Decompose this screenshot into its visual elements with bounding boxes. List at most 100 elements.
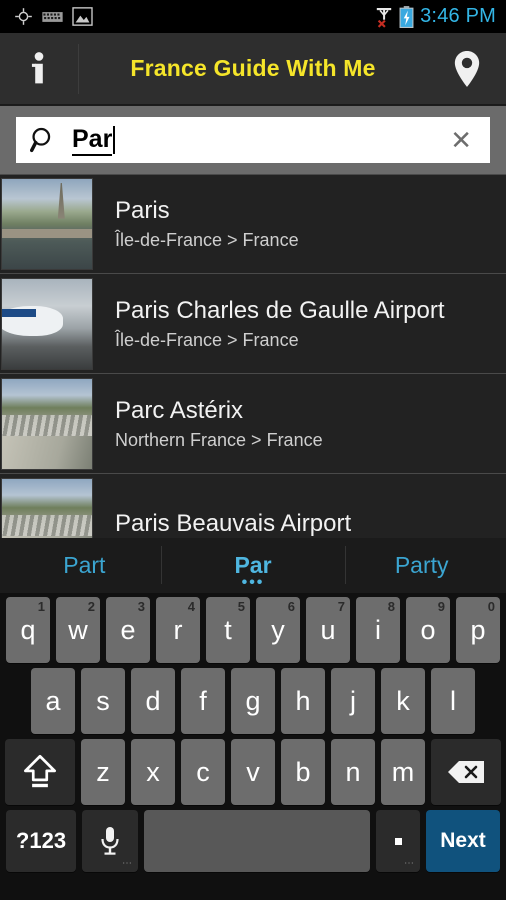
key-symbols[interactable]: ?123 <box>6 810 76 872</box>
app-title: France Guide With Me <box>130 55 376 81</box>
result-thumbnail <box>1 377 93 470</box>
key-q[interactable]: 1 q <box>6 597 50 663</box>
keyboard-icon <box>42 10 63 24</box>
key-e[interactable]: 3 e <box>106 597 150 663</box>
key-s[interactable]: s <box>81 668 125 734</box>
key-hint-number: 4 <box>187 599 195 614</box>
key-w[interactable]: 2 w <box>56 597 100 663</box>
result-title: Paris <box>115 197 170 224</box>
key-label: q <box>20 614 36 645</box>
key-f[interactable]: f <box>181 668 225 734</box>
result-title: Paris Charles de Gaulle Airport <box>115 296 445 324</box>
key-hint-number: 7 <box>337 599 345 614</box>
result-thumbnail <box>1 178 93 270</box>
action-bar: France Guide With Me <box>0 33 506 105</box>
suggestion-more-dots[interactable]: ••• <box>169 575 338 591</box>
key-n[interactable]: n <box>331 739 375 805</box>
status-bar: 3:46 PM <box>0 0 506 33</box>
key-hint-number: 8 <box>387 599 395 614</box>
keyboard-row-4: ?123 ⋯ ⋯ Next <box>0 805 506 872</box>
result-text: Parc Astérix Northern France > France <box>115 396 323 452</box>
magnifier-icon <box>30 126 58 154</box>
list-item[interactable]: Parc Astérix Northern France > France <box>0 374 506 474</box>
key-more-dots: ⋯ <box>404 858 415 869</box>
action-bar-divider <box>78 44 79 94</box>
info-icon <box>27 51 51 86</box>
key-v[interactable]: v <box>231 739 275 805</box>
search-input[interactable]: Par ✕ <box>16 117 490 163</box>
key-hint-number: 6 <box>287 599 295 614</box>
status-bar-right-icons: 3:46 PM <box>375 5 506 28</box>
result-subtitle: Northern France > France <box>115 429 323 450</box>
key-hint-number: 9 <box>437 599 445 614</box>
key-m[interactable]: m <box>381 739 425 805</box>
list-item[interactable]: Paris Île-de-France > France <box>0 174 506 274</box>
key-d[interactable]: d <box>131 668 175 734</box>
key-hint-number: 3 <box>137 599 145 614</box>
keyboard-row-2: a s d f g h j k l <box>0 663 506 734</box>
list-item[interactable]: Paris Charles de Gaulle Airport Île-de-F… <box>0 274 506 374</box>
search-bar-container: Par ✕ <box>0 106 506 174</box>
key-label: o <box>420 614 436 645</box>
key-label: p <box>470 614 486 645</box>
period-glyph <box>394 837 402 845</box>
result-subtitle: Île-de-France > France <box>115 329 299 350</box>
backspace-icon <box>447 759 485 785</box>
key-y[interactable]: 6 y <box>256 597 300 663</box>
key-voice-input[interactable]: ⋯ <box>82 810 138 872</box>
key-b[interactable]: b <box>281 739 325 805</box>
key-label: r <box>173 614 183 645</box>
key-hint-number: 1 <box>37 599 45 614</box>
key-z[interactable]: z <box>81 739 125 805</box>
key-more-dots: ⋯ <box>122 858 133 869</box>
result-title: Parc Astérix <box>115 396 244 424</box>
key-h[interactable]: h <box>281 668 325 734</box>
key-p[interactable]: 0 p <box>456 597 500 663</box>
suggestion-right[interactable]: Party <box>337 552 506 579</box>
info-button[interactable] <box>0 33 78 104</box>
status-bar-left-icons <box>0 7 93 26</box>
keyboard-row-3: z x c v b n m <box>0 734 506 805</box>
key-o[interactable]: 9 o <box>406 597 450 663</box>
key-l[interactable]: l <box>431 668 475 734</box>
map-button[interactable] <box>428 33 506 104</box>
key-hint-number: 5 <box>237 599 245 614</box>
key-label: i <box>375 614 381 645</box>
key-period[interactable]: ⋯ <box>376 810 420 872</box>
key-r[interactable]: 4 r <box>156 597 200 663</box>
result-text: Paris Île-de-France > France <box>115 196 299 252</box>
key-k[interactable]: k <box>381 668 425 734</box>
key-label: w <box>68 614 88 645</box>
key-next[interactable]: Next <box>426 810 500 872</box>
key-c[interactable]: c <box>181 739 225 805</box>
screenshot-image-icon <box>72 7 93 26</box>
battery-charging-icon <box>399 5 414 28</box>
key-a[interactable]: a <box>31 668 75 734</box>
map-pin-icon <box>453 50 481 88</box>
key-i[interactable]: 8 i <box>356 597 400 663</box>
key-label: e <box>120 614 136 645</box>
key-space[interactable] <box>144 810 370 872</box>
gps-crosshair-icon <box>14 7 33 26</box>
status-bar-clock: 3:46 PM <box>420 5 496 27</box>
key-u[interactable]: 7 u <box>306 597 350 663</box>
key-x[interactable]: x <box>131 739 175 805</box>
key-g[interactable]: g <box>231 668 275 734</box>
key-backspace[interactable] <box>431 739 501 805</box>
suggestion-center[interactable]: Par ••• <box>169 552 338 591</box>
microphone-icon <box>99 825 121 857</box>
suggestion-strip: Part Par ••• Party <box>0 538 506 593</box>
list-item[interactable]: Paris Beauvais Airport <box>0 474 506 538</box>
soft-keyboard: Part Par ••• Party 1 q 2 w 3 e 4 r 5 t 6… <box>0 538 506 900</box>
clear-x-icon[interactable]: ✕ <box>450 127 478 153</box>
result-text: Paris Charles de Gaulle Airport Île-de-F… <box>115 296 444 352</box>
shift-arrow-icon <box>23 754 57 790</box>
key-t[interactable]: 5 t <box>206 597 250 663</box>
key-j[interactable]: j <box>331 668 375 734</box>
suggestion-left[interactable]: Part <box>0 552 169 579</box>
result-thumbnail <box>1 277 93 370</box>
result-text: Paris Beauvais Airport <box>115 509 351 539</box>
search-results-list[interactable]: Paris Île-de-France > France Paris Charl… <box>0 174 506 538</box>
key-shift[interactable] <box>5 739 75 805</box>
text-caret <box>113 126 116 154</box>
